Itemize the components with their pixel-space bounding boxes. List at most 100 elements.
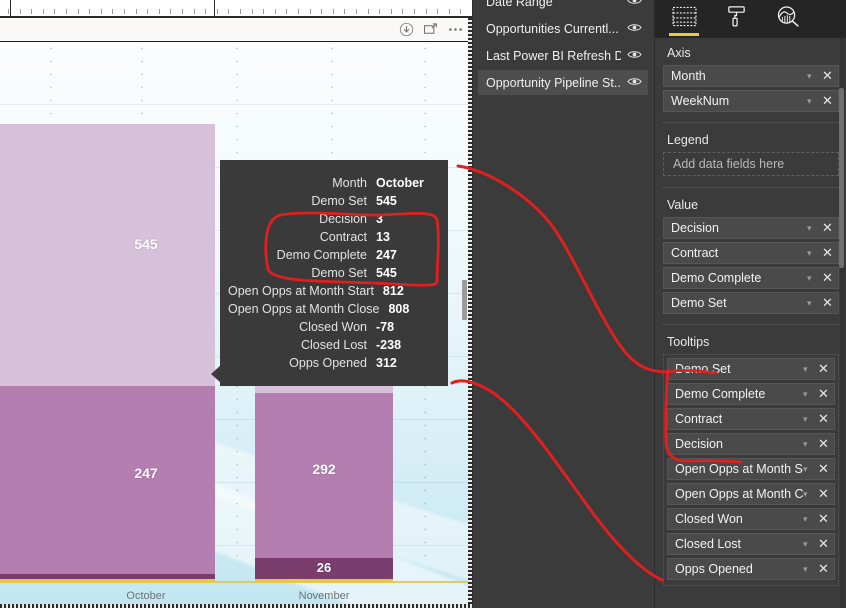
field-chip[interactable]: Opps Opened ▾ ✕ [667, 558, 835, 580]
page-visual-item[interactable]: Opportunity Pipeline St... [478, 70, 648, 95]
eye-visibility-icon[interactable] [627, 49, 642, 63]
viz-pane-scrollbar-thumb[interactable] [839, 88, 844, 268]
tooltip-row-key: Demo Complete [276, 248, 367, 262]
field-chip[interactable]: Closed Won ▾ ✕ [667, 508, 835, 530]
chevron-down-icon[interactable]: ▾ [807, 223, 819, 234]
tooltip-row-key: Demo Set [311, 266, 367, 280]
field-chip[interactable]: Month ▾ ✕ [663, 65, 839, 87]
chevron-down-icon[interactable]: ▾ [807, 273, 819, 284]
axis-tick [332, 9, 334, 14]
chevron-down-icon[interactable]: ▾ [803, 464, 815, 475]
remove-field-icon[interactable]: ✕ [817, 536, 830, 552]
eye-visibility-icon[interactable] [627, 0, 642, 9]
field-chip[interactable]: Closed Lost ▾ ✕ [667, 533, 835, 555]
bar-group-october-main[interactable]: 545 247 October [77, 122, 215, 602]
chevron-down-icon[interactable]: ▾ [803, 439, 815, 450]
visualizations-pane: Axis Month ▾ ✕ WeekNum ▾ ✕ Legend Add data field… [654, 0, 846, 608]
axis-tick [19, 9, 21, 14]
chevron-down-icon[interactable]: ▾ [803, 364, 815, 375]
page-visuals-list-pane: Date Range Opportunities Currentl... Last … [472, 0, 654, 608]
page-visual-item[interactable]: Last Power BI Refresh D... [478, 43, 648, 68]
field-well-title: Tooltips [667, 335, 710, 349]
page-visual-item[interactable]: Opportunities Currentl... [478, 16, 648, 41]
chevron-down-icon[interactable]: ▾ [807, 71, 819, 82]
remove-field-icon[interactable]: ✕ [817, 436, 830, 452]
paint-roller-icon [724, 5, 749, 33]
field-chip-label: Open Opps at Month St [675, 462, 803, 476]
axis-tick [8, 9, 9, 14]
field-chip[interactable]: Open Opps at Month Cl ▾ ✕ [667, 483, 835, 505]
eye-visibility-icon[interactable] [627, 22, 642, 36]
bar-segment-contract[interactable]: 26 [255, 558, 393, 579]
page-visual-item[interactable]: Date Range [478, 0, 648, 14]
field-chip-label: Demo Complete [671, 271, 762, 285]
bar-segment-demo-complete[interactable]: 247 [77, 386, 215, 574]
focus-mode-icon[interactable] [423, 22, 438, 37]
chevron-down-icon[interactable]: ▾ [803, 564, 815, 575]
remove-field-icon[interactable]: ✕ [817, 461, 830, 477]
field-chip[interactable]: Decision ▾ ✕ [667, 433, 835, 455]
visualizations-field-wells: Axis Month ▾ ✕ WeekNum ▾ ✕ Legend Add data field… [655, 38, 846, 608]
bar-segment-demo-set[interactable]: 545 [77, 124, 215, 386]
field-well-dropzone[interactable]: Add data fields here [663, 152, 839, 176]
chevron-down-icon[interactable]: ▾ [803, 489, 815, 500]
field-chip[interactable]: Demo Complete ▾ ✕ [667, 383, 835, 405]
chevron-down-icon[interactable]: ▾ [803, 414, 815, 425]
tooltip-row-key: Closed Won [299, 320, 367, 334]
field-chip[interactable]: Open Opps at Month St ▾ ✕ [667, 458, 835, 480]
remove-field-icon[interactable]: ✕ [817, 361, 830, 377]
field-well-tooltips: Tooltips Demo Set ▾ ✕ Demo Complete ▾ ✕ Contrac… [663, 327, 839, 593]
tab-format[interactable] [719, 4, 753, 34]
chevron-down-icon[interactable]: ▾ [807, 248, 819, 259]
chevron-down-icon[interactable]: ▾ [807, 96, 819, 107]
remove-field-icon[interactable]: ✕ [817, 411, 830, 427]
tooltip-row: Open Opps at Month Start 812 [228, 282, 438, 300]
chevron-down-icon[interactable]: ▾ [807, 298, 819, 309]
field-chip[interactable]: Demo Set ▾ ✕ [663, 292, 839, 314]
bar-group-november[interactable]: 292 26 November [255, 352, 393, 602]
remove-field-icon[interactable]: ✕ [817, 486, 830, 502]
bar-value-label: 247 [134, 465, 158, 481]
tooltip-row-key: Opps Opened [289, 356, 367, 370]
axis-tick [216, 9, 218, 14]
remove-field-icon[interactable]: ✕ [821, 270, 834, 286]
axis-tick [124, 9, 125, 14]
chevron-down-icon[interactable]: ▾ [803, 539, 815, 550]
axis-tick [66, 9, 67, 14]
remove-field-icon[interactable]: ✕ [821, 93, 834, 109]
axis-tick [54, 9, 56, 14]
remove-field-icon[interactable]: ✕ [817, 386, 830, 402]
remove-field-icon[interactable]: ✕ [821, 68, 834, 84]
download-circle-icon[interactable] [399, 22, 414, 37]
adjacent-visual-strip [0, 0, 472, 18]
chevron-down-icon[interactable]: ▾ [803, 389, 815, 400]
remove-field-icon[interactable]: ✕ [821, 295, 834, 311]
chart-tooltip: Month October Demo Set 545 Decision 3 Contract… [211, 160, 448, 386]
tooltips-field-container: Demo Set ▾ ✕ Demo Complete ▾ ✕ Contract ▾ ✕ Decis… [663, 354, 839, 586]
remove-field-icon[interactable]: ✕ [821, 245, 834, 261]
bar-segment-demo-complete[interactable]: 292 [255, 393, 393, 558]
remove-field-icon[interactable]: ✕ [817, 511, 830, 527]
field-chip[interactable]: Demo Set ▾ ✕ [667, 358, 835, 380]
tab-fields[interactable] [667, 4, 701, 36]
remove-field-icon[interactable]: ✕ [817, 561, 830, 577]
field-chip[interactable]: Contract ▾ ✕ [663, 242, 839, 264]
field-chip-label: Demo Set [675, 362, 731, 376]
tooltip-row-key: Open Opps at Month Close [228, 302, 380, 316]
tooltip-row-key: Closed Lost [300, 338, 367, 352]
axis-tick [89, 9, 91, 14]
chevron-down-icon[interactable]: ▾ [803, 514, 815, 525]
field-chip[interactable]: Demo Complete ▾ ✕ [663, 267, 839, 289]
canvas-scrollbar-thumb[interactable] [462, 280, 467, 320]
viz-pane-scrollbar[interactable] [839, 38, 845, 608]
field-chip[interactable]: Contract ▾ ✕ [667, 408, 835, 430]
remove-field-icon[interactable]: ✕ [821, 220, 834, 236]
eye-visibility-icon[interactable] [627, 76, 642, 90]
field-chip[interactable]: WeekNum ▾ ✕ [663, 90, 839, 112]
field-chip[interactable]: Decision ▾ ✕ [663, 217, 839, 239]
axis-tick [298, 9, 299, 14]
axis-tick [448, 9, 450, 14]
axis-tick [425, 9, 427, 14]
more-options-icon[interactable] [447, 22, 464, 37]
tab-analytics[interactable] [771, 4, 805, 34]
